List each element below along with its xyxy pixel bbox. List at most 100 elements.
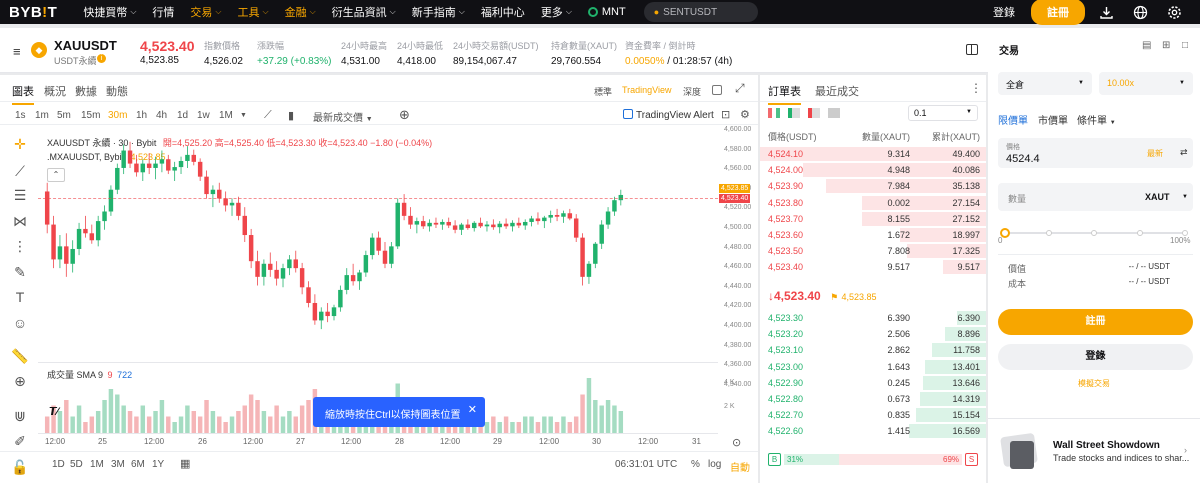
close-icon[interactable]: ✕ [468, 403, 477, 416]
text-tool-icon[interactable]: T [11, 289, 29, 307]
orderbook-row[interactable]: 4,522.90 0.245 13.646 [760, 375, 986, 391]
orderbook-row[interactable]: 4,523.20 2.506 8.896 [760, 326, 986, 342]
globe-icon[interactable] [1132, 4, 1148, 20]
trendline-icon[interactable]: ⟋ [11, 163, 29, 181]
chart-mode-0[interactable]: 標準 [594, 85, 612, 98]
timeframe-3[interactable]: 15m [81, 110, 100, 121]
indicator-icon[interactable]: ⟋ [264, 109, 272, 122]
slider-dot[interactable] [1091, 230, 1097, 236]
slider-dot[interactable] [1136, 230, 1143, 236]
register-cta-button[interactable]: 註冊 [998, 309, 1193, 335]
layout-toggle-icon[interactable] [966, 44, 978, 55]
orderbook-row[interactable]: 4,522.80 0.673 14.319 [760, 391, 986, 407]
reset-chart-icon[interactable]: ⊙ [732, 436, 741, 449]
orderbook-row[interactable]: 4,523.50 7.808 17.325 [760, 243, 986, 259]
timeframe-7[interactable]: 1d [177, 110, 188, 121]
log-toggle[interactable]: log [708, 459, 721, 470]
orderbook-row[interactable]: 4,523.80 0.002 27.154 [760, 195, 986, 211]
percent-toggle[interactable]: % [691, 459, 700, 470]
timeframe-0[interactable]: 1s [15, 110, 26, 121]
nav-item-4[interactable]: 金融 ⌵ [277, 0, 324, 24]
magnet-icon[interactable]: ⋓ [11, 408, 29, 426]
settings-icon[interactable] [1166, 4, 1182, 20]
orderbook-row[interactable]: 4,522.60 1.415 16.569 [760, 423, 986, 439]
brush-icon[interactable]: ✎ [11, 264, 29, 282]
orderbook-row[interactable]: 4,523.90 7.984 35.138 [760, 178, 986, 194]
nav-item-2[interactable]: 交易 ⌵ [182, 0, 229, 24]
fib-icon[interactable]: ⋮ [11, 238, 29, 256]
nav-item-5[interactable]: 衍生品資訊 ⌵ [324, 0, 404, 24]
view-asks-icon[interactable] [808, 108, 820, 118]
more-icon[interactable]: ⋮ [970, 81, 982, 95]
calculator-icon[interactable]: ▤ [1142, 40, 1151, 51]
gear-icon[interactable]: ⚙ [740, 108, 750, 121]
timeframe-9[interactable]: 1M [219, 110, 233, 121]
orderbook-row[interactable]: 4,523.70 8.155 27.152 [760, 211, 986, 227]
quantity-input[interactable]: 數量 XAUT ▼ [998, 183, 1193, 211]
swap-icon[interactable]: ⇄ [1180, 147, 1188, 158]
timeframe-6[interactable]: 4h [156, 110, 167, 121]
margin-mode-select[interactable]: 全倉 ▼ [998, 72, 1092, 95]
range-2[interactable]: 1M [90, 459, 104, 470]
nav-item-6[interactable]: 新手指南 ⌵ [404, 0, 473, 24]
emoji-icon[interactable]: ☺ [11, 315, 29, 333]
search-box[interactable]: ● SENTUSDT [643, 2, 758, 22]
tab-market[interactable]: 市價單 [1038, 112, 1068, 127]
orderbook-row[interactable]: 4,524.00 4.948 40.086 [760, 162, 986, 178]
leverage-select[interactable]: 10.00x ▼ [1099, 72, 1193, 95]
auto-toggle[interactable]: 自動 [730, 459, 750, 474]
demo-trading-link[interactable]: 模擬交易 [1078, 378, 1110, 389]
chart-mode-1[interactable]: TradingView [622, 85, 672, 95]
info-icon[interactable]: i [97, 54, 106, 63]
orderbook-row[interactable]: 4,522.70 0.835 15.154 [760, 407, 986, 423]
nav-item-1[interactable]: 行情 [144, 0, 182, 24]
chevron-right-icon[interactable]: › [1184, 445, 1187, 455]
timeframe-2[interactable]: 5m [57, 110, 71, 121]
price-input[interactable]: 價格 4524.4 最新 ⇄ [998, 138, 1193, 168]
view-both-icon[interactable] [768, 108, 780, 118]
tab-recent-trades[interactable]: 最近成交 [815, 83, 859, 99]
nav-item-7[interactable]: 福利中心 [473, 0, 533, 24]
view-bids-icon[interactable] [788, 108, 800, 118]
nav-item-9[interactable]: MNT [580, 0, 634, 24]
camera-icon[interactable]: ⊡ [721, 108, 730, 121]
nav-item-8[interactable]: 更多 ⌵ [533, 0, 580, 24]
qty-slider[interactable] [1000, 228, 1190, 238]
range-0[interactable]: 1D [52, 459, 65, 470]
chart-tab-2[interactable]: 數據 [75, 83, 97, 99]
zoom-in-icon[interactable]: ⊕ [11, 373, 29, 391]
chart-mode-2[interactable]: 深度 [683, 85, 701, 98]
range-4[interactable]: 6M [131, 459, 145, 470]
crosshair-icon[interactable]: ✛ [11, 136, 29, 154]
date-range-icon[interactable]: ▦ [180, 457, 190, 470]
latest-price-dropdown[interactable]: 最新成交價 ▼ [313, 109, 373, 124]
panel-close-icon[interactable]: □ [1182, 40, 1188, 51]
orderbook-row[interactable]: 4,523.60 1.672 18.997 [760, 227, 986, 243]
lock-icon[interactable]: 🔓 [11, 459, 29, 477]
tab-conditional[interactable]: 條件單 ▼ [1077, 112, 1116, 127]
chart-tab-3[interactable]: 動態 [106, 83, 128, 99]
orderbook-row[interactable]: 4,524.10 9.314 49.400 [760, 146, 986, 162]
nav-item-0[interactable]: 快捷買幣 ⌵ [75, 0, 144, 24]
promo-banner[interactable]: Wall Street Showdown Trade stocks and in… [988, 418, 1200, 483]
orderbook-row[interactable]: 4,523.10 2.862 11.758 [760, 342, 986, 358]
pattern-icon[interactable]: ⋈ [11, 213, 29, 231]
timeframe-1[interactable]: 1m [35, 110, 49, 121]
bybit-logo[interactable]: BYB!T [9, 4, 57, 21]
ruler-icon[interactable]: 📏 [11, 348, 29, 366]
range-3[interactable]: 3M [111, 459, 125, 470]
register-button[interactable]: 註冊 [1031, 0, 1085, 25]
add-icon[interactable]: ⊕ [399, 107, 410, 123]
range-1[interactable]: 5D [70, 459, 83, 470]
menu-icon[interactable]: ≡ [13, 44, 21, 59]
timeframe-8[interactable]: 1w [197, 110, 210, 121]
orderbook-row[interactable]: 4,523.40 9.517 9.517 [760, 259, 986, 275]
login-link[interactable]: 登錄 [993, 4, 1015, 20]
symbol-name[interactable]: XAUUSDT [54, 38, 117, 53]
timeframe-4[interactable]: 30m [108, 110, 127, 121]
login-cta-button[interactable]: 登錄 [998, 344, 1193, 370]
tv-alert-button[interactable]: TradingView Alert [623, 109, 714, 121]
candle-type-icon[interactable]: ▮ [288, 109, 294, 122]
nav-item-3[interactable]: 工具 ⌵ [230, 0, 277, 24]
chart-tab-1[interactable]: 概況 [44, 83, 66, 99]
